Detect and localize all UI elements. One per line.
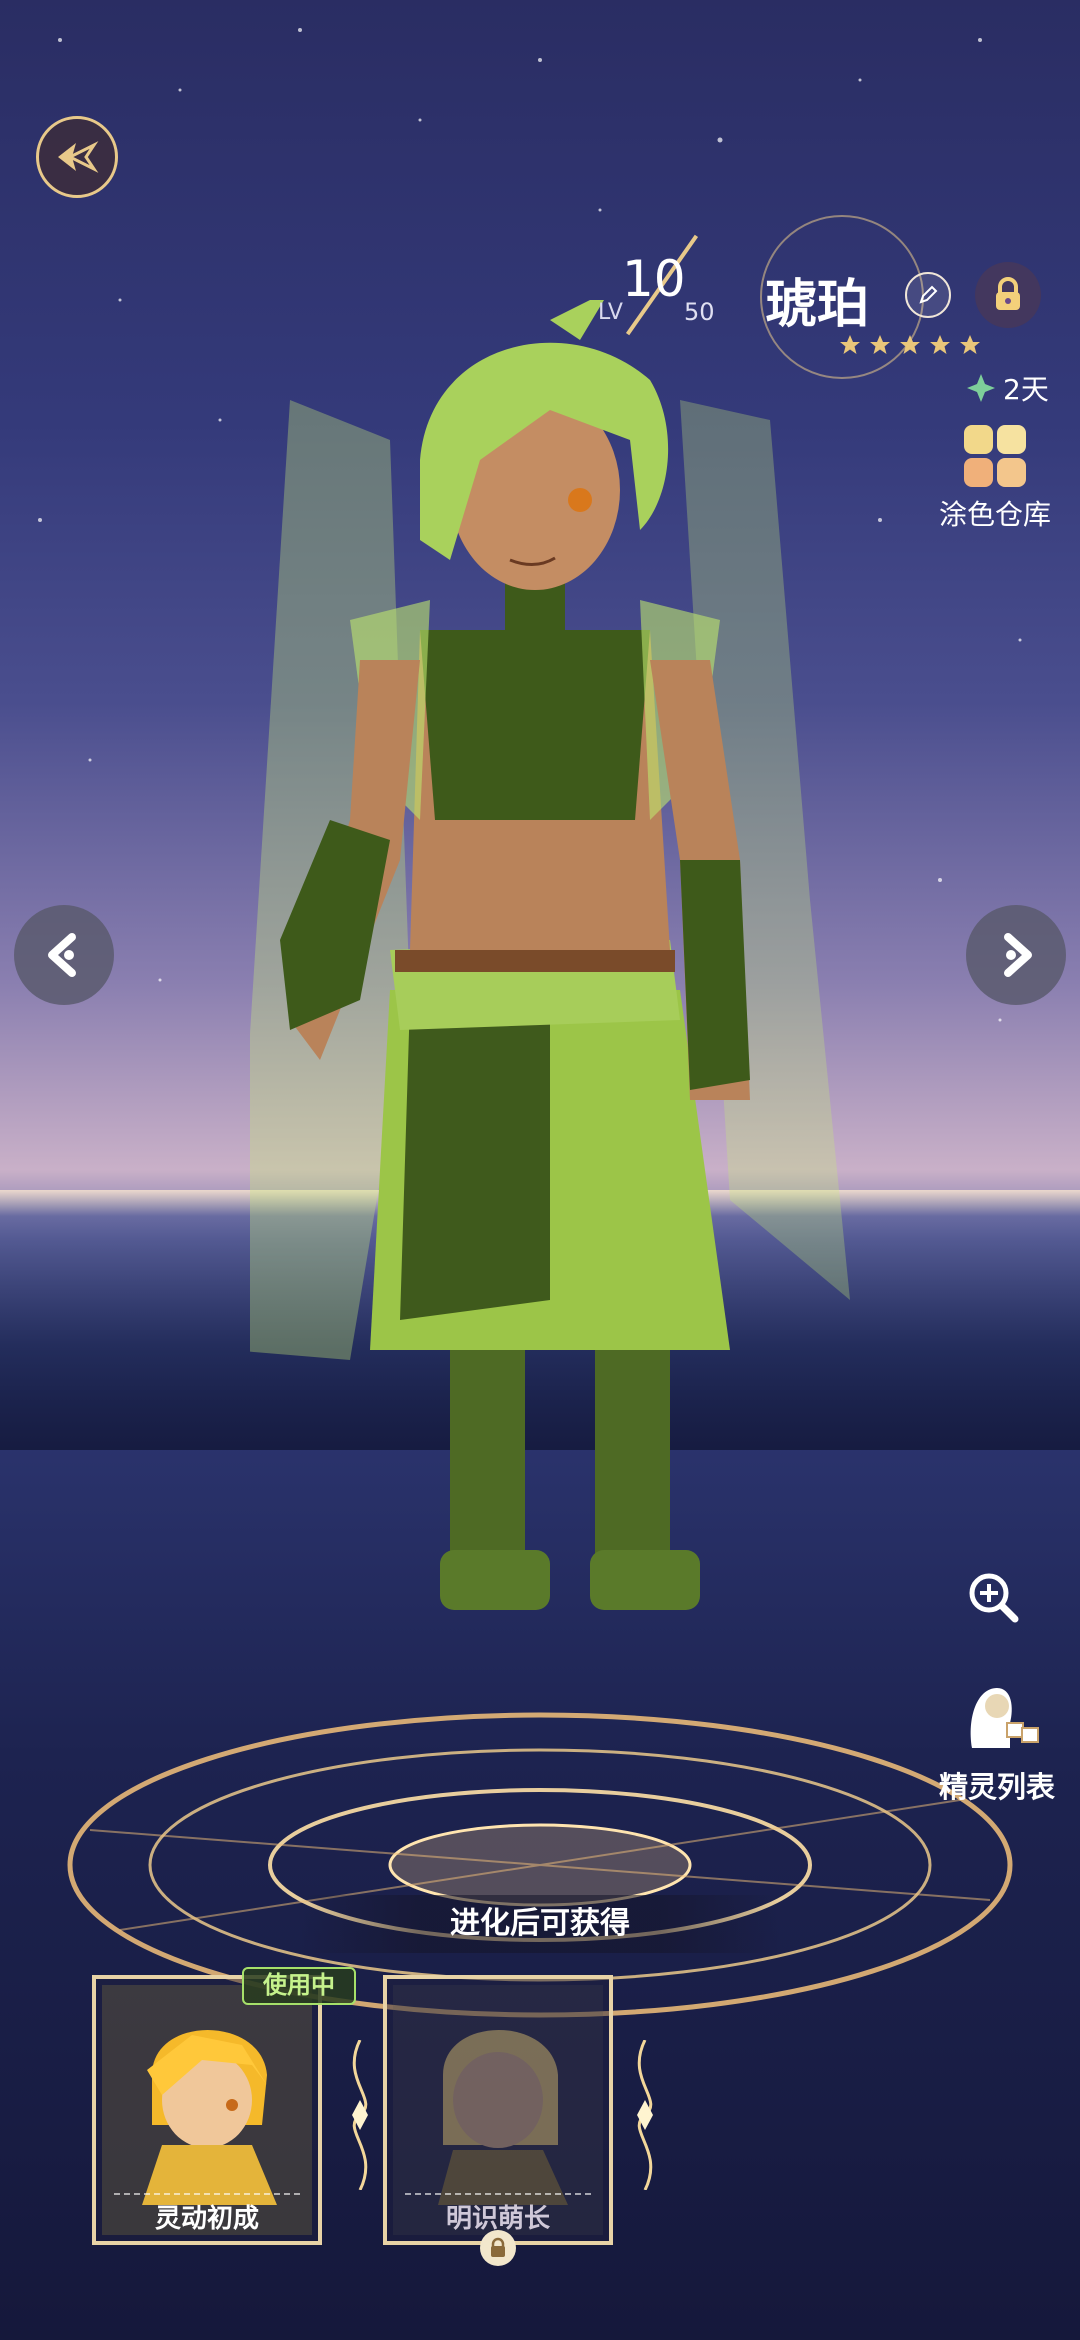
spirit-list-icon bbox=[970, 1688, 1039, 1748]
zoom-in-icon bbox=[969, 1573, 1019, 1623]
in-use-badge: 使用中 bbox=[242, 1967, 356, 2005]
padlock-icon bbox=[491, 2237, 505, 2257]
card-divider bbox=[114, 2193, 300, 2195]
paint-storage-button[interactable]: 涂色仓库 bbox=[925, 425, 1065, 533]
chevron-right-icon bbox=[1004, 933, 1032, 977]
zoom-button[interactable] bbox=[958, 1562, 1028, 1632]
palette-swatch bbox=[997, 425, 1026, 454]
star-icon bbox=[840, 335, 860, 354]
star-icon bbox=[870, 335, 890, 354]
padlock-icon bbox=[996, 277, 1020, 310]
rarity-stars bbox=[838, 333, 982, 357]
spirit-list-button[interactable]: 精灵列表 bbox=[922, 1678, 1072, 1806]
level-label: LV bbox=[598, 300, 623, 325]
outfit-card-2[interactable]: 明识萌长 bbox=[383, 1975, 613, 2266]
palette-swatch bbox=[997, 458, 1026, 487]
clover-icon bbox=[967, 374, 995, 402]
card-separator-ornament bbox=[637, 2040, 653, 2190]
palette-swatch bbox=[964, 458, 993, 487]
duration-text: 2天 bbox=[1003, 373, 1049, 406]
character-model bbox=[250, 300, 850, 1610]
outfit-card-1[interactable]: 灵动初成 使用中 bbox=[92, 1967, 356, 2245]
duration-badge: 2天 bbox=[965, 368, 1049, 408]
level-current: 10 bbox=[622, 250, 686, 308]
outfit-name-1: 灵动初成 bbox=[154, 2204, 259, 2234]
star-icon bbox=[960, 335, 980, 354]
card-separator-ornament bbox=[352, 2040, 368, 2190]
level-max: 50 bbox=[684, 298, 715, 326]
pencil-edit-icon bbox=[919, 285, 938, 304]
lock-button[interactable] bbox=[975, 262, 1041, 328]
palette-icon bbox=[964, 425, 1026, 487]
star-icon bbox=[930, 335, 950, 354]
paint-storage-label: 涂色仓库 bbox=[938, 498, 1051, 531]
chevron-left-icon bbox=[48, 933, 76, 977]
spirit-list-label: 精灵列表 bbox=[938, 1770, 1055, 1804]
card-divider bbox=[405, 2193, 591, 2195]
card-lock-badge bbox=[480, 2230, 516, 2266]
edit-name-button[interactable] bbox=[905, 272, 951, 318]
star-icon bbox=[900, 335, 920, 354]
palette-swatch bbox=[964, 425, 993, 454]
next-spirit-button[interactable] bbox=[966, 905, 1066, 1005]
character-name: 琥珀 bbox=[765, 274, 870, 335]
wing-back-icon bbox=[58, 141, 99, 173]
evolve-info-label: 进化后可获得 bbox=[300, 1895, 780, 1953]
back-button[interactable] bbox=[36, 116, 118, 198]
level-indicator: 10 LV 50 bbox=[590, 234, 760, 340]
prev-spirit-button[interactable] bbox=[14, 905, 114, 1005]
